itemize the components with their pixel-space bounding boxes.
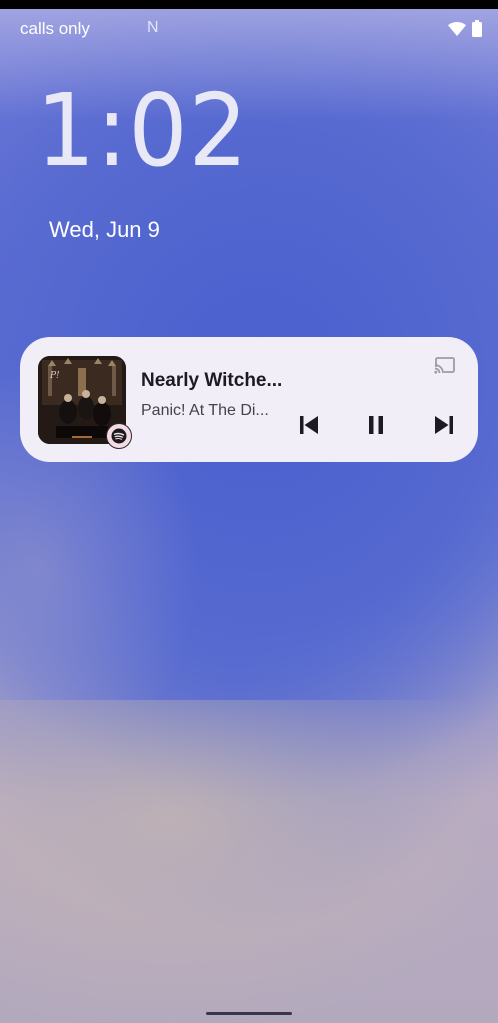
lockscreen-date[interactable]: Wed, Jun 9 xyxy=(49,217,160,243)
media-player-card[interactable]: P! Nearly Witche... Panic! At The Di... xyxy=(20,337,478,462)
pause-button[interactable] xyxy=(362,413,390,441)
wallpaper-bottom xyxy=(0,700,498,1023)
status-icons xyxy=(448,20,482,42)
notification-indicator: N xyxy=(147,19,159,36)
cast-icon[interactable] xyxy=(434,357,456,375)
pause-icon xyxy=(365,414,387,441)
wifi-icon xyxy=(448,21,466,41)
lockscreen-clock: 1:02 xyxy=(36,72,249,189)
spotify-icon xyxy=(106,423,132,449)
lock-screen: calls only N 1:02 Wed, Jun 9 P! Nearly W… xyxy=(0,0,498,1023)
artist-name: Panic! At The Di... xyxy=(141,402,269,419)
skip-previous-icon xyxy=(298,414,320,441)
battery-icon xyxy=(472,20,482,42)
svg-text:P!: P! xyxy=(49,371,60,381)
skip-next-button[interactable] xyxy=(430,413,458,441)
skip-previous-button[interactable] xyxy=(295,413,323,441)
song-title: Nearly Witche... xyxy=(141,370,283,391)
home-gesture-bar[interactable] xyxy=(206,1012,292,1015)
carrier-label: calls only xyxy=(20,19,90,38)
skip-next-icon xyxy=(433,414,455,441)
status-bar-strip xyxy=(0,0,498,9)
